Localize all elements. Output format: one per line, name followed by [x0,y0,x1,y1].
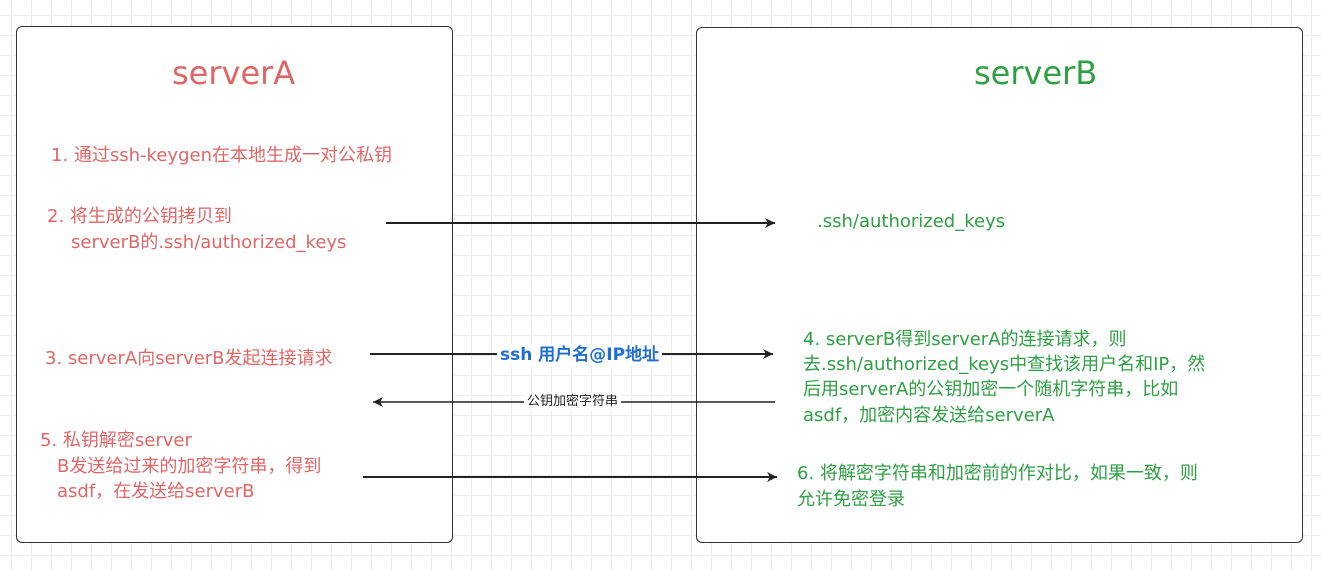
arrows-layer [363,218,777,482]
encrypted-string-label: 公钥加密字符串 [524,393,622,411]
ssh-command-label: ssh 用户名@IP地址 [497,344,663,366]
